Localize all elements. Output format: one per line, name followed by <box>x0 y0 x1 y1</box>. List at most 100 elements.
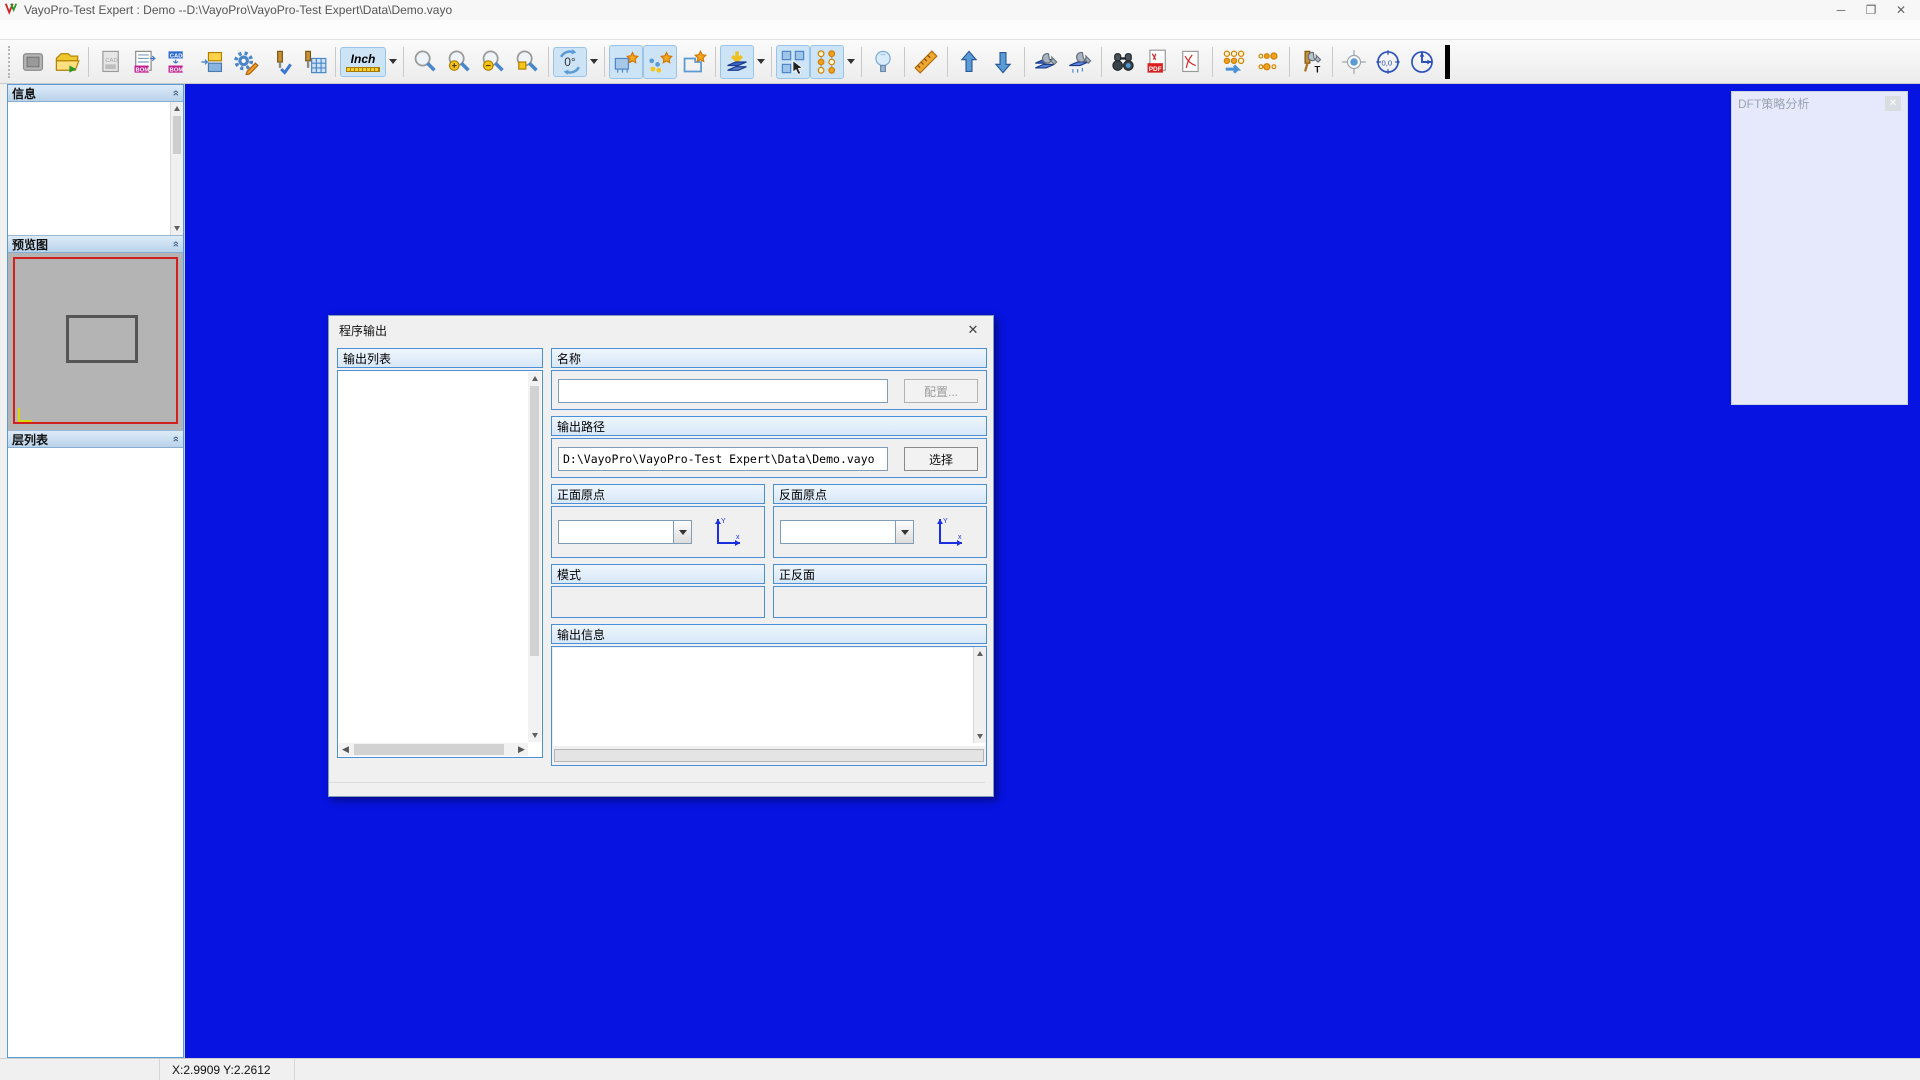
app-window: VayoPro-Test Expert : Demo --D:\VayoPro\… <box>0 0 1920 1080</box>
unit-dropdown[interactable] <box>386 45 399 79</box>
output-info-header: 输出信息 <box>551 624 987 644</box>
info-panel-header[interactable]: 信息» <box>8 85 183 102</box>
rotate-dropdown[interactable] <box>587 45 600 79</box>
titlebar: VayoPro-Test Expert : Demo --D:\VayoPro\… <box>0 0 1920 20</box>
zoom-in-button[interactable] <box>442 45 476 79</box>
svg-text:BOM: BOM <box>169 67 183 73</box>
layer-export-button[interactable] <box>720 45 754 79</box>
zoom-out-button[interactable] <box>476 45 510 79</box>
move-up-button[interactable] <box>952 45 986 79</box>
probe-check-button[interactable] <box>263 45 297 79</box>
svg-text:x: x <box>958 534 962 541</box>
select-group-button[interactable] <box>776 45 810 79</box>
dft-panel-title: DFT策略分析 <box>1738 95 1809 112</box>
probe-grid-button[interactable] <box>297 45 331 79</box>
preview-axis-icon <box>18 408 32 422</box>
minimize-button[interactable]: ─ <box>1826 3 1856 17</box>
mode-group-header: 模式 <box>551 564 765 584</box>
dft-panel-titlebar[interactable]: DFT策略分析 ✕ <box>1732 92 1907 115</box>
output-list: ◀▶ <box>337 370 543 758</box>
move-down-button[interactable] <box>986 45 1020 79</box>
layer-export-dropdown[interactable] <box>754 45 767 79</box>
output-info-scrollbar[interactable] <box>973 647 986 743</box>
close-button[interactable]: ✕ <box>1886 3 1916 17</box>
name-input[interactable] <box>558 379 888 403</box>
toolbar: CAD BOM CAD BOM Inch 0° <box>0 40 1920 84</box>
settings-button[interactable] <box>229 45 263 79</box>
pin-columns-button[interactable] <box>810 45 844 79</box>
layers-panel-title: 层列表 <box>12 431 48 448</box>
pin-columns-dropdown[interactable] <box>844 45 857 79</box>
preview-panel-header[interactable]: 预览图 » <box>8 236 183 253</box>
compass-arrow-button[interactable] <box>1405 45 1439 79</box>
axis-xy-icon: Yx <box>710 515 746 551</box>
pin-flag-button[interactable] <box>643 45 677 79</box>
measure-ruler-button[interactable] <box>909 45 943 79</box>
pads-transfer-button[interactable] <box>1217 45 1251 79</box>
zoom-window-button[interactable] <box>510 45 544 79</box>
zoom-button[interactable] <box>408 45 442 79</box>
layer-tool-2-button[interactable] <box>1063 45 1097 79</box>
statusbar-segment <box>0 1059 160 1080</box>
new-board-button[interactable] <box>16 45 50 79</box>
compass-zero-button[interactable]: 0,0 <box>1371 45 1405 79</box>
output-list-vscrollbar[interactable] <box>528 372 541 742</box>
unit-label: Inch <box>351 52 376 66</box>
dialog-titlebar[interactable]: 程序输出 ✕ <box>329 316 993 344</box>
svg-text:CAD: CAD <box>170 53 183 59</box>
ruler-strip-icon <box>346 67 380 72</box>
dft-close-icon[interactable]: ✕ <box>1885 96 1901 111</box>
panelize-button[interactable] <box>195 45 229 79</box>
back-origin-combo[interactable] <box>780 520 914 544</box>
toolbar-grip <box>8 46 12 78</box>
combo-dropdown-icon[interactable] <box>895 521 913 543</box>
pdf-report-button[interactable] <box>1174 45 1208 79</box>
highlight-bulb-button[interactable] <box>866 45 900 79</box>
outline-flag-button[interactable] <box>677 45 711 79</box>
layers-panel-header[interactable]: 层列表 » <box>8 431 183 448</box>
svg-text:PDF: PDF <box>1149 65 1162 72</box>
pdf-export-button[interactable]: PDF <box>1140 45 1174 79</box>
back-origin-header: 反面原点 <box>773 484 987 504</box>
select-path-button[interactable]: 选择 <box>904 447 978 471</box>
preview-panel[interactable] <box>8 253 183 431</box>
window-title: VayoPro-Test Expert : Demo --D:\VayoPro\… <box>24 3 452 17</box>
front-origin-header: 正面原点 <box>551 484 765 504</box>
preview-panel-title: 预览图 <box>12 236 48 253</box>
collapse-icon[interactable]: » <box>170 436 182 442</box>
combo-dropdown-icon[interactable] <box>673 521 691 543</box>
info-scrollbar[interactable] <box>170 102 183 235</box>
dft-strategy-panel: DFT策略分析 ✕ <box>1731 91 1908 405</box>
restore-button[interactable]: ❐ <box>1856 3 1886 17</box>
unit-inch-button[interactable]: Inch <box>340 47 386 77</box>
dialog-title: 程序输出 <box>339 322 387 339</box>
cursor-coordinates: X:2.9909 Y:2.2612 <box>160 1059 295 1080</box>
axis-xy-icon: Yx <box>932 515 968 551</box>
pcb-canvas[interactable]: 程序输出 ✕ 输出列表 ◀▶ 名称 配置... <box>185 84 1920 1058</box>
layer-tool-button[interactable] <box>1029 45 1063 79</box>
svg-text:BOM: BOM <box>135 67 149 73</box>
bom-output-button[interactable]: BOM <box>127 45 161 79</box>
output-list-hscrollbar[interactable]: ◀▶ <box>339 743 528 756</box>
cad-bom-button[interactable]: CAD BOM <box>161 45 195 79</box>
search-binoculars-button[interactable] <box>1106 45 1140 79</box>
sidebar-filler <box>8 448 183 1037</box>
svg-text:CAD: CAD <box>105 58 117 64</box>
output-info-textarea[interactable] <box>553 648 985 746</box>
open-project-button[interactable] <box>50 45 84 79</box>
collapse-icon[interactable]: » <box>170 90 182 96</box>
origin-target-button[interactable] <box>1337 45 1371 79</box>
part-flag-button[interactable] <box>609 45 643 79</box>
front-origin-combo[interactable] <box>558 520 692 544</box>
pads-view-button[interactable] <box>1251 45 1285 79</box>
collapse-icon[interactable]: » <box>170 241 182 247</box>
rotate-button[interactable]: 0° <box>553 47 587 77</box>
config-button[interactable]: 配置... <box>904 379 978 403</box>
dialog-close-icon[interactable]: ✕ <box>963 322 983 338</box>
output-path-input[interactable]: D:\VayoPro\VayoPro-Test Expert\Data\Demo… <box>558 447 888 471</box>
toolbar-end-divider <box>1445 45 1450 79</box>
probe-config-button[interactable]: T <box>1294 45 1328 79</box>
cad-import-button[interactable]: CAD <box>93 45 127 79</box>
output-progressbar <box>554 749 984 762</box>
preview-board-outline <box>66 315 138 363</box>
